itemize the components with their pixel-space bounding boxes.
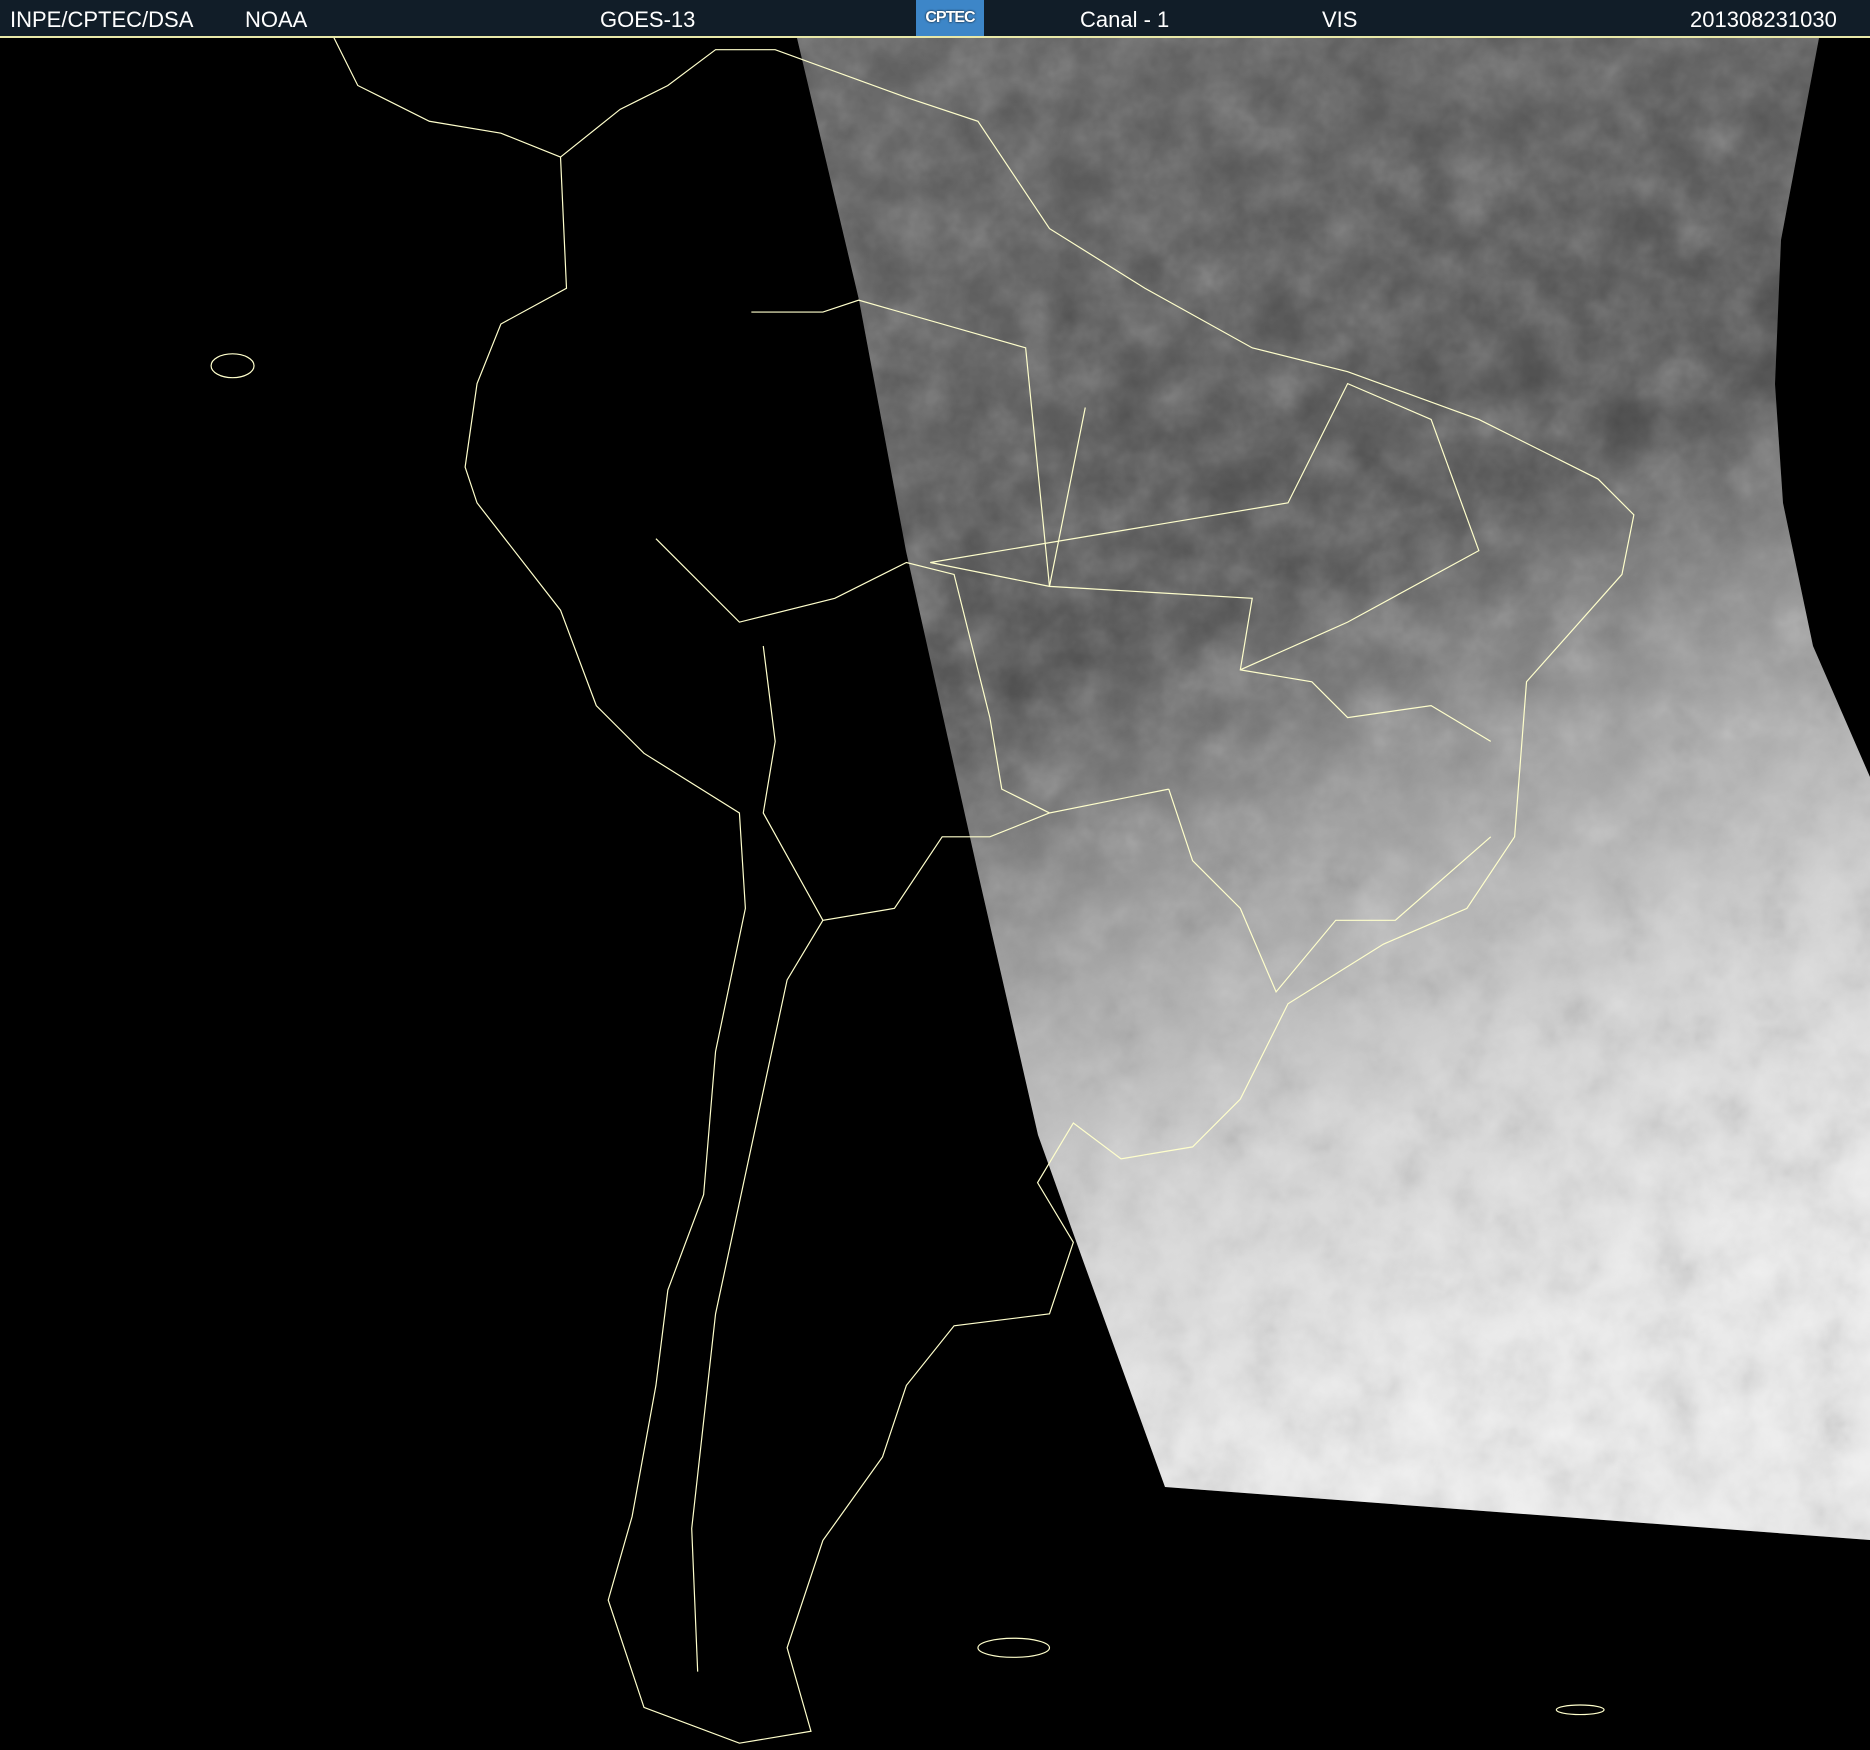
country-borders <box>691 919 824 1672</box>
logo-text: CPTEC <box>925 9 975 26</box>
image-header: INPE/CPTEC/DSA NOAA GOES-13 CPTEC Canal … <box>0 0 1870 38</box>
galapagos-islands <box>210 353 255 379</box>
cptec-logo: CPTEC <box>916 0 984 36</box>
channel-label: Canal - 1 <box>1080 7 1170 32</box>
band-label: VIS <box>1322 7 1358 32</box>
cloud-texture <box>797 38 1870 1540</box>
agency-label: NOAA <box>245 7 308 32</box>
institution-label: INPE/CPTEC/DSA <box>10 7 194 32</box>
falkland-islands <box>977 1637 1051 1658</box>
satellite-label: GOES-13 <box>600 7 696 32</box>
south-georgia-island <box>1555 1704 1605 1716</box>
central-america-coast <box>333 38 561 158</box>
timestamp-label: 201308231030 <box>1690 7 1837 32</box>
satellite-image <box>210 38 1870 1744</box>
